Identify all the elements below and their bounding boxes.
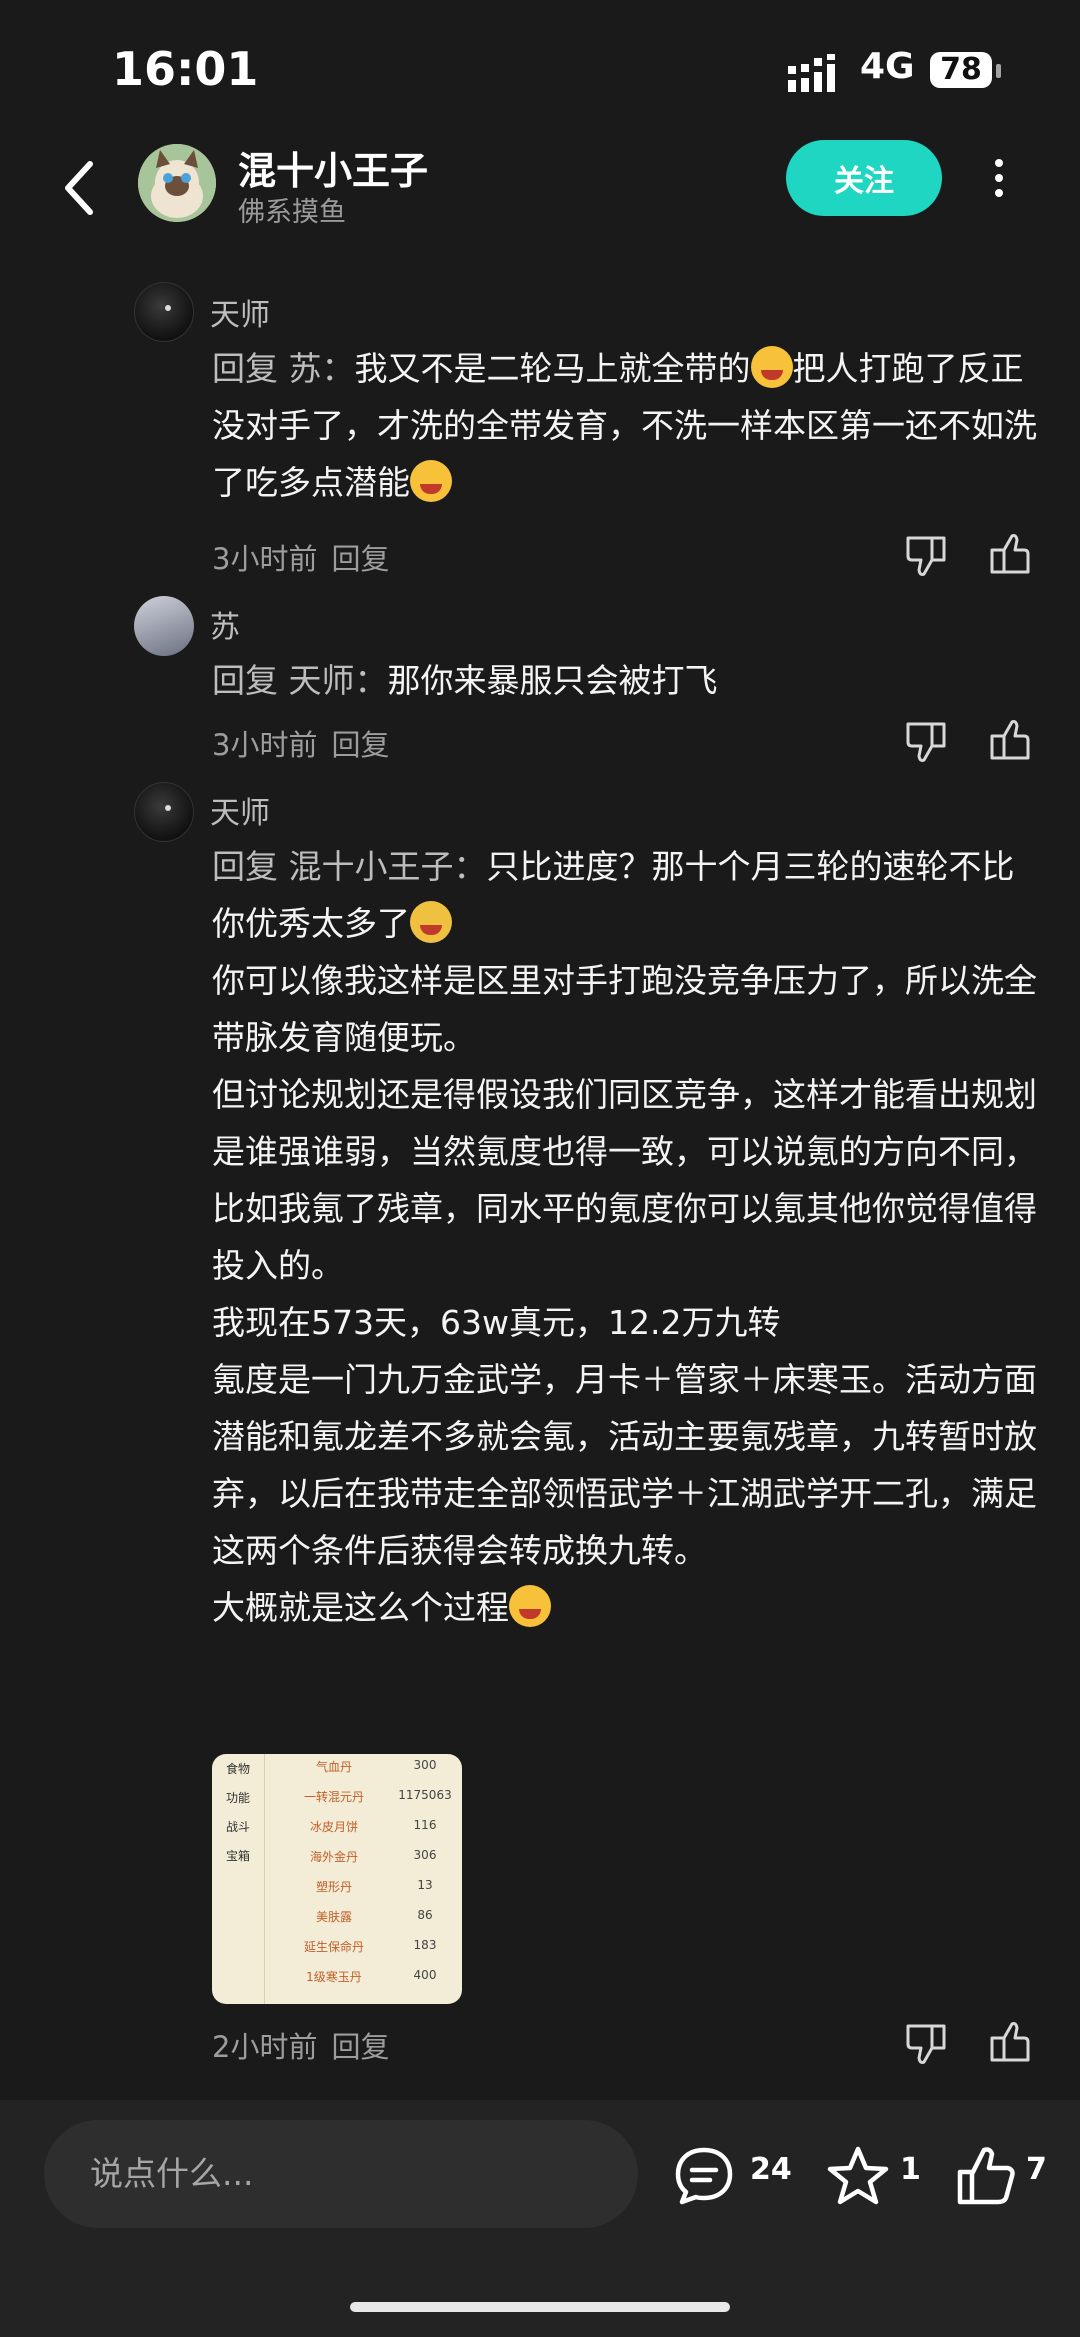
avatar[interactable] <box>138 144 216 222</box>
avatar[interactable] <box>134 782 194 842</box>
inventory-row: 海外金丹 306 <box>264 1848 462 1878</box>
item-count: 86 <box>417 1908 433 1922</box>
comment-image-thumbnail[interactable]: 食物 功能 战斗 宝箱 气血丹 300 一转混元丹 1175063 冰皮月饼 116 … <box>212 1754 462 2004</box>
item-count: 116 <box>413 1818 437 1832</box>
cat-avatar-icon <box>138 144 216 222</box>
reply-prefix: 回复 天师： <box>212 661 388 700</box>
comment-text-part: 那你来暴服只会被打飞 <box>387 661 718 700</box>
inventory-row: 气血丹 300 <box>264 1758 462 1788</box>
reply-prefix: 回复 混十小王子： <box>212 847 487 886</box>
star-icon[interactable] <box>826 2144 890 2208</box>
favorites-count: 1 <box>900 2152 921 2187</box>
inventory-row: 1级寒玉丹 400 <box>264 1968 462 1998</box>
inventory-row: 冰皮月饼 116 <box>264 1818 462 1848</box>
comment-text[interactable]: 回复 天师：那你来暴服只会被打飞 <box>212 652 1042 709</box>
item-name: 1级寒玉丹 <box>306 1970 362 1984</box>
inventory-tabs: 食物 功能 战斗 宝箱 <box>212 1754 265 2004</box>
comment-text-part: 大概就是这么个过程 <box>212 1588 509 1627</box>
emoji-icon <box>410 460 452 502</box>
comment-meta: 2小时前 回复 <box>212 2024 403 2066</box>
status-time: 16:01 <box>112 42 259 96</box>
comment-author[interactable]: 天师 <box>210 290 270 334</box>
home-indicator <box>350 2302 730 2312</box>
comment-time: 2小时前 <box>212 2030 318 2064</box>
network-type: 4G <box>860 46 915 87</box>
avatar[interactable] <box>134 282 194 342</box>
comment-text[interactable]: 回复 苏：我又不是二轮马上就全带的 把人打跑了反正没对手了，才洗的全带发育，不洗一… <box>212 340 1042 511</box>
comment-paragraph: 我现在573天，63w真元，12.2万九转 <box>212 1303 781 1342</box>
thumbs-up-icon[interactable] <box>954 2144 1018 2208</box>
crying-emoji-icon <box>410 901 452 943</box>
profile-name: 混十小王子 <box>238 149 429 193</box>
emoji-icon <box>750 346 793 388</box>
comment-paragraph: 氪度是一门九万金武学，月卡＋管家＋床寒玉。活动方面潜能和氪龙差不多就会氪，活动主… <box>212 1360 1037 1570</box>
profile-header: 混十小王子 佛系摸鱼 关注 <box>0 140 1080 250</box>
thumbs-down-icon[interactable] <box>904 2020 950 2066</box>
item-name: 延生保命丹 <box>303 1940 364 1954</box>
inventory-tab: 宝箱 <box>226 1849 251 1863</box>
item-name: 海外金丹 <box>309 1850 358 1864</box>
comment-author[interactable]: 苏 <box>210 602 240 646</box>
follow-button[interactable]: 关注 <box>786 140 942 216</box>
inventory-row: 美肤露 86 <box>264 1908 462 1938</box>
comment-text[interactable]: 回复 混十小王子：只比进度？那十个月三轮的速轮不比你优秀太多了 你可以像我这样是… <box>212 838 1042 1636</box>
reply-prefix: 回复 苏： <box>212 349 355 388</box>
comment-text-part: 我又不是二轮马上就全带的 <box>354 349 751 388</box>
inventory-row: 一转混元丹 1175063 <box>264 1788 462 1818</box>
comment-time: 3小时前 <box>212 542 318 576</box>
inventory-tab: 战斗 <box>226 1820 251 1834</box>
inventory-row: 延生保命丹 183 <box>264 1938 462 1968</box>
item-name: 冰皮月饼 <box>309 1820 358 1834</box>
comment-paragraph: 但讨论规划还是得假设我们同区竞争，这样才能看出规划是谁强谁弱，当然氪度也得一致，… <box>212 1075 1037 1285</box>
battery-tip <box>996 64 1001 78</box>
thumbs-down-icon[interactable] <box>904 532 950 578</box>
back-icon[interactable] <box>60 158 100 218</box>
item-count: 400 <box>413 1968 437 1982</box>
reply-link[interactable]: 回复 <box>331 542 389 576</box>
thumbs-up-icon[interactable] <box>986 532 1032 578</box>
battery-indicator: 78 <box>930 52 992 88</box>
item-name: 塑形丹 <box>315 1880 352 1894</box>
inventory-tab: 食物 <box>226 1762 251 1776</box>
reply-link[interactable]: 回复 <box>331 728 389 762</box>
likes-count: 7 <box>1026 2152 1047 2187</box>
item-name: 一转混元丹 <box>303 1790 364 1804</box>
item-count: 13 <box>417 1878 433 1892</box>
comment-author[interactable]: 天师 <box>210 788 270 832</box>
comment-meta: 3小时前 回复 <box>212 722 403 764</box>
bottom-action-bar: 说点什么... 24 1 7 <box>0 2100 1080 2337</box>
signal-icon <box>788 54 835 92</box>
thumbs-up-icon[interactable] <box>986 2020 1032 2066</box>
profile-subtitle: 佛系摸鱼 <box>238 197 346 228</box>
item-name: 气血丹 <box>315 1760 352 1774</box>
thumbs-down-icon[interactable] <box>904 718 950 764</box>
comment-icon[interactable] <box>672 2144 736 2208</box>
item-name: 美肤露 <box>315 1910 352 1924</box>
comment-time: 3小时前 <box>212 728 318 762</box>
comment-input[interactable]: 说点什么... <box>44 2120 638 2228</box>
item-count: 183 <box>413 1938 437 1952</box>
inventory-tab: 功能 <box>226 1791 251 1805</box>
item-count: 1175063 <box>398 1788 452 1802</box>
item-count: 300 <box>413 1758 437 1772</box>
status-bar: 16:01 4G 78 <box>0 0 1080 140</box>
reply-link[interactable]: 回复 <box>331 2030 389 2064</box>
thumbs-up-icon[interactable] <box>986 718 1032 764</box>
comments-count: 24 <box>750 2152 792 2187</box>
emoji-icon <box>509 1585 551 1627</box>
comment-meta: 3小时前 回复 <box>212 536 403 578</box>
avatar[interactable] <box>134 596 194 656</box>
comment-paragraph: 你可以像我这样是区里对手打跑没竞争压力了，所以洗全带脉发育随便玩。 <box>212 961 1037 1057</box>
item-count: 306 <box>413 1848 437 1862</box>
inventory-row: 塑形丹 13 <box>264 1878 462 1908</box>
more-icon[interactable] <box>984 152 1014 212</box>
